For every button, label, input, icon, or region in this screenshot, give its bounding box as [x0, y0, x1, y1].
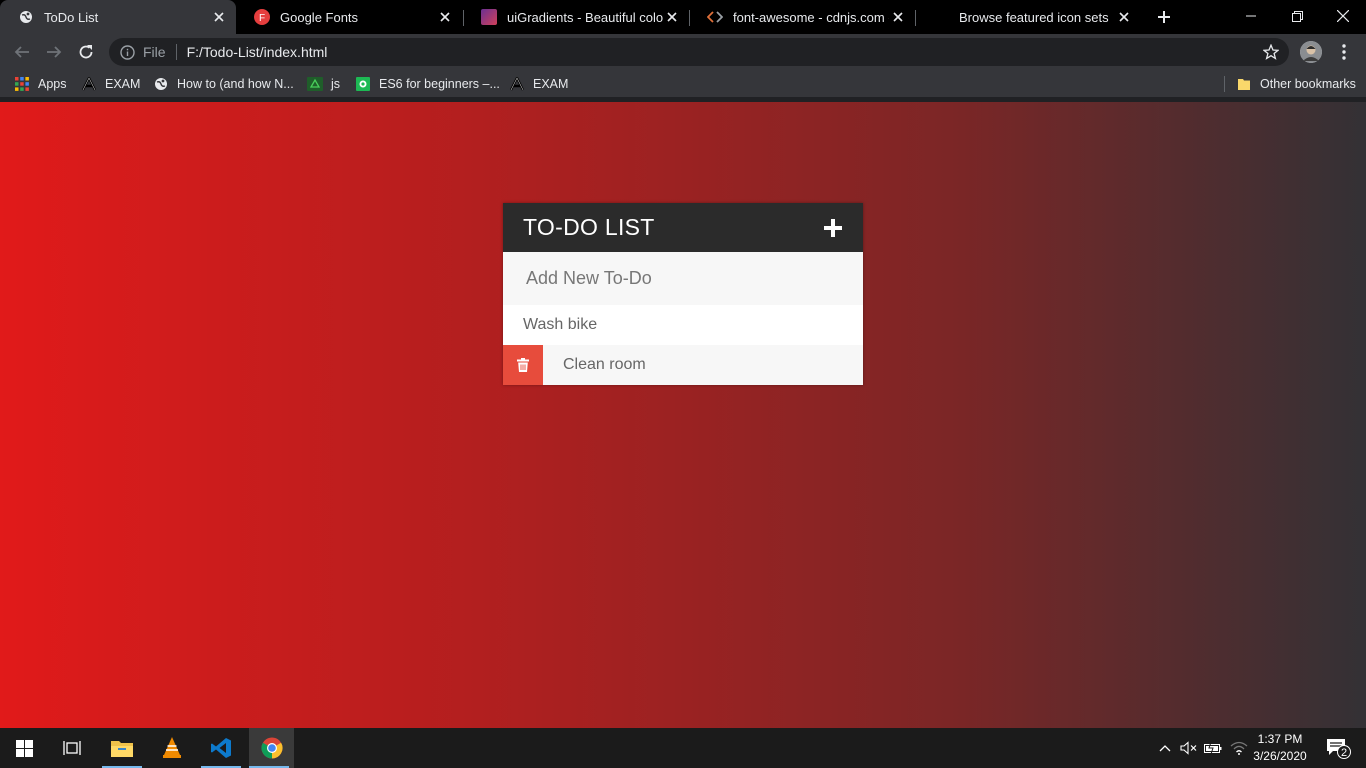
plus-icon[interactable]: [823, 218, 843, 238]
restore-button[interactable]: [1274, 0, 1320, 32]
bookmark-label: EXAM: [533, 77, 569, 91]
back-button[interactable]: [8, 38, 36, 66]
url-text[interactable]: F:/Todo-List/index.html: [187, 44, 1261, 60]
list-item[interactable]: Clean room: [503, 345, 863, 385]
todo-item-text: Clean room: [563, 356, 646, 373]
page-title: TO-DO LIST: [523, 214, 655, 240]
clock-date: 3/26/2020: [1253, 749, 1307, 763]
google-fonts-icon: F: [254, 9, 270, 25]
vlc-icon[interactable]: [152, 728, 192, 768]
tab-featured-icon-sets[interactable]: Browse featured icon sets: [915, 0, 1141, 34]
notification-count: 2: [1341, 747, 1347, 759]
tab-title: Browse featured icon sets: [959, 9, 1109, 25]
browser-toolbar: File F:/Todo-List/index.html: [0, 34, 1366, 70]
bookmark-exam-2[interactable]: EXAM: [509, 74, 568, 94]
forward-button[interactable]: [40, 38, 68, 66]
tab-title: uiGradients - Beautiful colored: [507, 9, 663, 25]
task-view-icon[interactable]: [52, 728, 92, 768]
bookmarks-divider: [1224, 76, 1225, 92]
todo-header: TO-DO LIST: [503, 203, 863, 252]
bookmark-exam[interactable]: EXAM: [81, 74, 140, 94]
minimize-button[interactable]: [1228, 0, 1274, 32]
page-viewport: TO-DO LIST Add New To-Do Wash bike Clean…: [0, 102, 1366, 728]
todo-item-text: Wash bike: [523, 316, 598, 333]
blank-favicon: [933, 9, 949, 25]
tab-google-fonts[interactable]: F Google Fonts: [236, 0, 462, 34]
windows-start-icon[interactable]: [4, 728, 44, 768]
tab-title: Google Fonts: [280, 9, 359, 25]
battery-icon[interactable]: [1202, 728, 1224, 768]
bookmark-label: How to (and how N...: [177, 77, 294, 91]
bookmark-apps[interactable]: Apps: [14, 74, 67, 94]
tab-strip: ToDo List F Google Fonts uiGradients - B…: [0, 0, 1366, 34]
close-icon[interactable]: [210, 8, 228, 26]
bookmark-label: EXAM: [105, 77, 141, 91]
bookmark-js[interactable]: js: [307, 74, 340, 94]
vscode-icon[interactable]: [201, 728, 241, 768]
chrome-icon[interactable]: [249, 728, 294, 768]
uigradients-icon: [481, 9, 497, 25]
taskbar-clock[interactable]: 1:37 PM 3/26/2020: [1248, 731, 1312, 765]
url-divider: [175, 44, 177, 60]
clock-time: 1:37 PM: [1257, 732, 1303, 746]
url-scheme-label: File: [143, 44, 166, 60]
close-icon[interactable]: [663, 8, 681, 26]
letter-a-icon: [509, 76, 525, 92]
info-icon[interactable]: [119, 44, 135, 60]
svg-text:F: F: [259, 13, 265, 24]
todo-container: TO-DO LIST Add New To-Do Wash bike Clean…: [503, 203, 863, 385]
file-explorer-icon[interactable]: [102, 728, 142, 768]
list-item[interactable]: Wash bike: [503, 305, 863, 345]
taskbar: 1:37 PM 3/26/2020 2: [0, 728, 1366, 768]
new-todo-input[interactable]: Add New To-Do: [503, 252, 863, 305]
tab-font-awesome-cdnjs[interactable]: font-awesome - cdnjs.com - Th: [689, 0, 915, 34]
tab-todo-list[interactable]: ToDo List: [0, 0, 236, 34]
star-icon[interactable]: [1261, 42, 1281, 62]
reload-button[interactable]: [72, 38, 100, 66]
new-todo-placeholder: Add New To-Do: [526, 268, 652, 288]
bookmarks-bar: Apps EXAM How to (and how N... js ES6 fo…: [0, 70, 1366, 98]
bookmark-label: js: [331, 77, 341, 91]
volume-muted-icon[interactable]: [1178, 728, 1200, 768]
tab-uigradients[interactable]: uiGradients - Beautiful colored: [463, 0, 689, 34]
other-bookmarks[interactable]: Other bookmarks: [1236, 74, 1356, 94]
tab-title: font-awesome - cdnjs.com - Th: [733, 9, 889, 25]
letter-a-icon: [81, 76, 97, 92]
bookmark-label: ES6 for beginners –...: [379, 77, 500, 91]
folder-icon: [1236, 76, 1252, 92]
bookmark-how-to[interactable]: How to (and how N...: [153, 74, 294, 94]
bookmark-es6[interactable]: ES6 for beginners –...: [355, 74, 500, 94]
code-icon: [707, 9, 723, 25]
new-tab-button[interactable]: [1152, 5, 1176, 29]
address-bar[interactable]: File F:/Todo-List/index.html: [109, 38, 1289, 66]
chevron-up-icon[interactable]: [1155, 728, 1175, 768]
globe-icon: [18, 9, 34, 25]
notification-center-icon[interactable]: 2: [1320, 728, 1356, 768]
close-icon[interactable]: [889, 8, 907, 26]
bookmark-label: Apps: [38, 77, 67, 91]
trash-icon[interactable]: [503, 345, 543, 385]
tab-title: ToDo List: [44, 9, 99, 25]
close-icon[interactable]: [1115, 8, 1133, 26]
more-menu-icon[interactable]: [1334, 40, 1354, 64]
wifi-icon[interactable]: [1228, 728, 1250, 768]
profile-avatar[interactable]: [1300, 41, 1322, 63]
apps-grid-icon: [14, 76, 30, 92]
bookmark-label: Other bookmarks: [1260, 77, 1356, 91]
close-window-button[interactable]: [1320, 0, 1366, 32]
close-icon[interactable]: [436, 8, 454, 26]
js-icon: [307, 76, 323, 92]
globe-icon: [153, 76, 169, 92]
es6-icon: [355, 76, 371, 92]
